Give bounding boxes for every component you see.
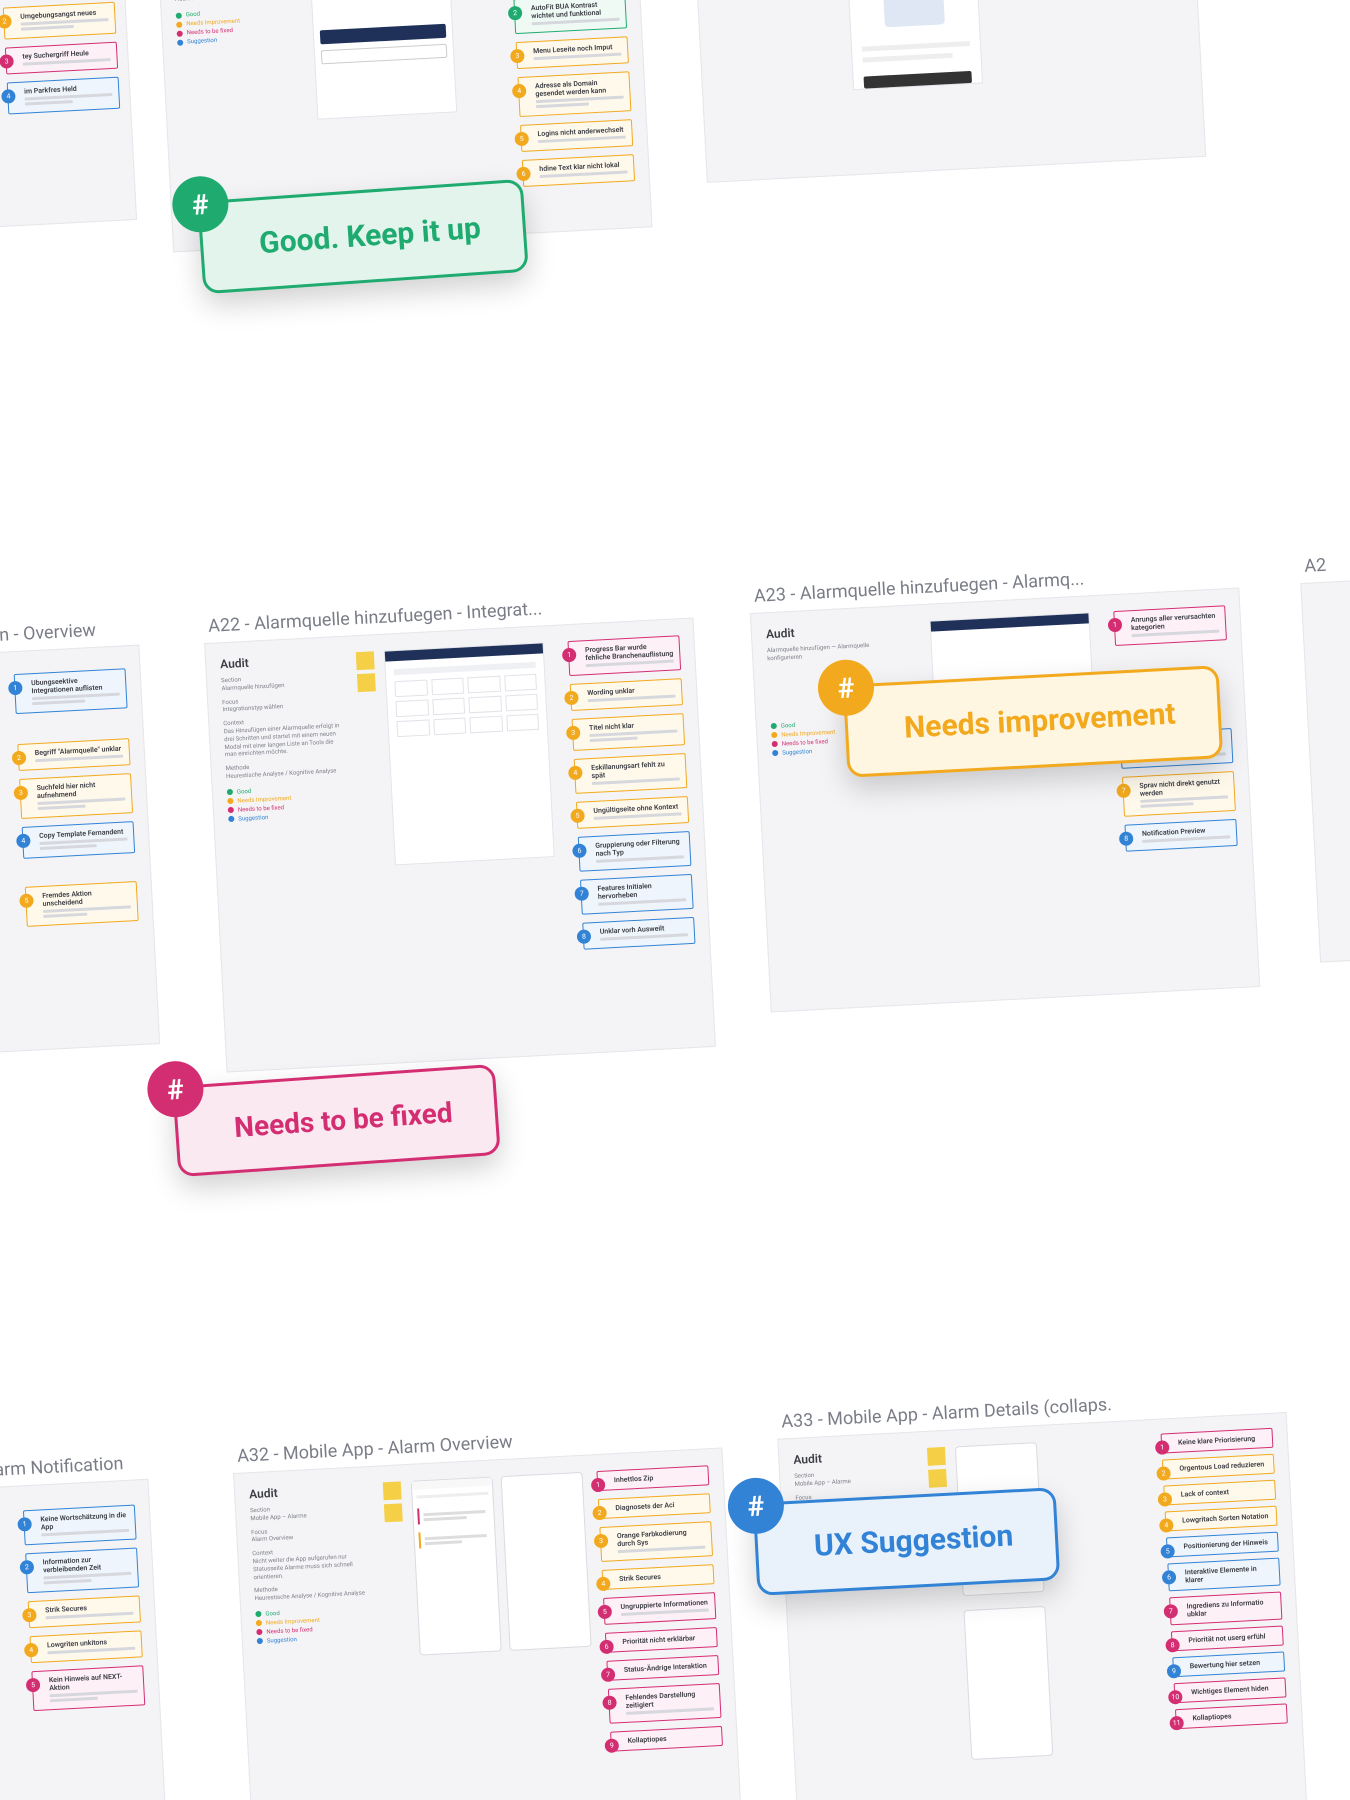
- note: 4im Parkfres Held: [7, 77, 121, 115]
- note: 10Wichtiges Element hiden: [1174, 1677, 1287, 1703]
- note: 3Orange Farbkodierung durch Sys: [599, 1521, 713, 1562]
- canvas-root: 1ng work/File wird angezeigt 2Umgebungsa…: [0, 0, 1350, 1800]
- card-overview-partial: gen - Overview 1Ubungseektive Integratio…: [0, 645, 160, 1066]
- card-title: A33 - Mobile App - Alarm Details (collap…: [781, 1394, 1113, 1432]
- note: 1Keine Wortschätzung in die App: [23, 1505, 137, 1546]
- note: 7Sprav nicht direkt genutzt werden: [1122, 771, 1236, 817]
- note: 6Gruppierung oder Filterung nach Typ: [578, 831, 692, 872]
- note: 9Bewertung hier setzen: [1172, 1651, 1285, 1677]
- hash-icon: #: [727, 1476, 786, 1535]
- pill-label: UX Suggestion: [813, 1518, 1014, 1563]
- note: 4Lowgriten unkitons: [30, 1630, 143, 1663]
- note: 6hdine Text klar nicht lokal: [522, 154, 635, 187]
- note: 3Lack of context: [1163, 1480, 1276, 1506]
- note: 2Wording unklar: [570, 678, 683, 711]
- note: 9Kollaptiopes: [610, 1726, 723, 1752]
- card-title: A32 - Mobile App - Alarm Overview: [237, 1431, 514, 1466]
- audit-heading: Audit: [220, 651, 341, 671]
- note: 4Eskillanungsart fehlt zu spät: [574, 753, 688, 794]
- card-a32: A32 - Mobile App - Alarm Overview Audit …: [233, 1447, 747, 1800]
- note: 6Interaktive Elemente in klarer: [1167, 1558, 1280, 1592]
- note: 8Priorität not userg erfühl: [1171, 1625, 1284, 1651]
- note: 1Anrungs aller verursachten kategorien: [1113, 605, 1227, 646]
- note: 1Inhettlos Zip: [596, 1465, 709, 1491]
- note: 3tey Suchergriff Heule: [5, 42, 118, 75]
- note: 5Logins nicht anderwechselt: [520, 119, 633, 152]
- card-alarm-notification: - Alarm Notification NotizFitnessDetails…: [0, 1479, 171, 1800]
- card-title: - Alarm Notification: [0, 1453, 124, 1482]
- card-top-left-partial: 1ng work/File wird angezeigt 2Umgebungsa…: [0, 0, 137, 240]
- note: 3Menu Leseite noch Imput: [516, 36, 629, 69]
- note: 7Features Initialen hervorheben: [580, 874, 694, 915]
- note: 8Fehlendes Darstellung zeitigiert: [608, 1683, 722, 1724]
- card-a2x: A2: [1300, 567, 1350, 962]
- note: 4Copy Template Fernandent: [22, 821, 136, 859]
- note: 1Keine klare Priorisierung: [1161, 1428, 1274, 1454]
- note: 3Strik Secures: [28, 1595, 141, 1628]
- note: 2Umgebungsangst neues: [3, 2, 117, 40]
- card-a33: A33 - Mobile App - Alarm Details (collap…: [777, 1412, 1312, 1800]
- note: 7Status-Ändrige Interaktion: [606, 1655, 719, 1681]
- card-a22: A22 - Alarmquelle hinzufuegen - Integrat…: [204, 617, 716, 1072]
- pill-label: Needs to be fixed: [233, 1096, 454, 1144]
- card-a23: A23 - Alarmquelle hinzufuegen - Alarmq..…: [750, 587, 1260, 1012]
- note: 2Information zur verbleibenden Zeit: [25, 1547, 139, 1593]
- note: 1Ubungseektive Integrationen auflisten: [14, 668, 128, 714]
- note: 5Positionierung der Hinweis: [1166, 1532, 1279, 1558]
- note: 3Suchfeld hier nicht aufnehmend: [19, 773, 133, 819]
- note: 7Ingrediens zu Informatio ubklar: [1169, 1592, 1282, 1626]
- note: 5Fremdes Aktion unscheidend: [25, 881, 139, 927]
- card-title: A22 - Alarmquelle hinzufuegen - Integrat…: [208, 598, 543, 636]
- note: 6Priorität nicht erklärbar: [605, 1627, 718, 1653]
- card-title: gen - Overview: [0, 620, 96, 647]
- note: 5Ungültigseite ohne Kontext: [576, 796, 689, 829]
- note: 3Titel nicht klar: [572, 713, 686, 751]
- card-title: A23 - Alarmquelle hinzufuegen - Alarmq..…: [753, 569, 1084, 607]
- note: 2Orgentous Load reduzieren: [1162, 1454, 1275, 1480]
- status-pill-improve: # Needs improvement: [843, 665, 1223, 778]
- note: 5Ungruppierte Informationen: [603, 1592, 716, 1625]
- note: 8Notification Preview: [1124, 819, 1237, 852]
- status-pill-suggestion: # UX Suggestion: [753, 1487, 1061, 1596]
- note: 2Begriff "Alarmquelle" unklar: [17, 738, 130, 771]
- note: 4Strik Secures: [602, 1564, 715, 1590]
- note: 1Progress Bar wurde fehliche Branchenauf…: [567, 635, 681, 676]
- card-title: A2: [1304, 555, 1327, 577]
- note: 2Diagnosets der Aci: [598, 1493, 711, 1519]
- audit-heading: Audit: [766, 621, 887, 641]
- hash-icon: #: [146, 1059, 206, 1119]
- audit-heading: Audit: [249, 1481, 370, 1501]
- note: 4Lowgritach Sorten Notation: [1165, 1506, 1278, 1532]
- audit-heading: Audit: [793, 1447, 914, 1467]
- pill-label: Needs improvement: [903, 697, 1176, 746]
- note: 2AutoFit BUA Kontrast wichtet und funkti…: [513, 0, 627, 34]
- note: 8Unklar vorh Ausweilt: [582, 917, 695, 950]
- status-pill-fix: # Needs to be fixed: [172, 1064, 500, 1177]
- pill-label: Good. Keep it up: [258, 211, 482, 261]
- note: 11Kollaptiopes: [1175, 1703, 1288, 1729]
- card-top-right: [694, 0, 1206, 183]
- note: 5Kein Hinweis auf NEXT-Aktion: [31, 1665, 145, 1711]
- note: 4Adresse als Domain gesendet werden kann: [517, 71, 631, 117]
